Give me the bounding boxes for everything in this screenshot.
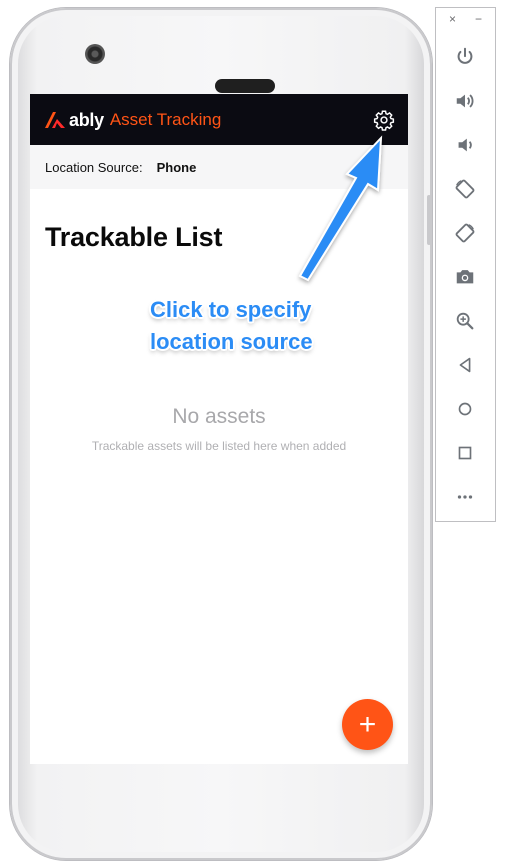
volume-down-icon bbox=[458, 138, 472, 152]
location-source-bar: Location Source: Phone bbox=[30, 145, 408, 189]
rotate-right-icon bbox=[455, 223, 475, 243]
rotate-right-button[interactable] bbox=[450, 218, 480, 248]
earpiece-speaker bbox=[215, 79, 275, 93]
add-trackable-button[interactable]: + bbox=[342, 699, 393, 750]
annotation-line-2: location source bbox=[150, 329, 313, 354]
home-icon bbox=[458, 402, 472, 416]
screenshot-button[interactable] bbox=[450, 262, 480, 292]
ably-logo-icon bbox=[45, 112, 65, 128]
back-icon bbox=[459, 357, 471, 373]
toolbar-minimize-button[interactable]: − bbox=[475, 12, 482, 32]
location-source-label: Location Source: bbox=[45, 159, 143, 175]
power-icon bbox=[457, 47, 473, 64]
gear-icon bbox=[373, 110, 395, 131]
home-button[interactable] bbox=[450, 394, 480, 424]
annotation-text: Click to specify location source bbox=[150, 294, 380, 358]
zoom-icon bbox=[456, 312, 474, 330]
zoom-button[interactable] bbox=[450, 306, 480, 336]
back-button[interactable] bbox=[450, 350, 480, 380]
location-source-value: Phone bbox=[156, 159, 197, 175]
camera-icon bbox=[456, 270, 474, 284]
volume-up-button[interactable] bbox=[450, 86, 480, 116]
more-button[interactable] bbox=[450, 482, 480, 512]
more-icon bbox=[457, 495, 473, 499]
overview-icon bbox=[458, 446, 472, 460]
empty-state-subtitle: Trackable assets will be listed here whe… bbox=[91, 439, 347, 453]
ably-logo: ably Asset Tracking bbox=[44, 108, 221, 132]
settings-button[interactable] bbox=[373, 109, 395, 131]
rotate-left-button[interactable] bbox=[450, 174, 480, 204]
page-title: Trackable List bbox=[45, 222, 223, 252]
plus-icon: + bbox=[358, 707, 377, 741]
app-bar: ably Asset Tracking bbox=[30, 94, 408, 145]
logo-wordmark: ably bbox=[69, 109, 104, 130]
empty-state-title: No assets bbox=[172, 405, 266, 428]
toolbar-window-controls: × − bbox=[436, 12, 495, 32]
rotate-left-icon bbox=[455, 179, 475, 199]
phone-screen: ably Asset Tracking Location Source: Pho… bbox=[30, 94, 408, 764]
toolbar-close-button[interactable]: × bbox=[449, 12, 456, 32]
overview-button[interactable] bbox=[450, 438, 480, 468]
annotation-line-1: Click to specify bbox=[150, 297, 312, 322]
phone-side-button bbox=[427, 195, 431, 245]
power-button[interactable] bbox=[450, 42, 480, 72]
front-camera bbox=[85, 44, 105, 64]
volume-down-button[interactable] bbox=[450, 130, 480, 160]
logo-product-name: Asset Tracking bbox=[109, 110, 222, 129]
emulator-toolbar: × − bbox=[435, 7, 496, 522]
volume-up-icon bbox=[456, 94, 474, 108]
